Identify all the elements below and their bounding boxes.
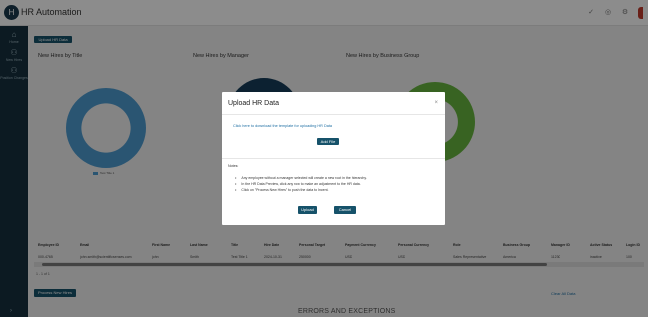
upload-hr-data-dialog: Upload HR Data × Click here to download … xyxy=(222,92,445,225)
dialog-divider xyxy=(222,158,445,159)
add-file-button[interactable]: Add File xyxy=(317,138,339,145)
notes-list: Any employee without a manager selected … xyxy=(235,175,440,193)
note-item: Click on "Process New Hires" to push the… xyxy=(235,187,440,193)
notes-label: Notes: xyxy=(228,164,239,168)
dialog-divider xyxy=(222,114,445,115)
download-template-link[interactable]: Click here to download the template for … xyxy=(233,124,332,128)
cancel-button[interactable]: Cancel xyxy=(334,206,356,214)
close-icon[interactable]: × xyxy=(434,100,438,106)
upload-button[interactable]: Upload xyxy=(298,206,317,214)
dialog-title: Upload HR Data xyxy=(228,100,279,107)
